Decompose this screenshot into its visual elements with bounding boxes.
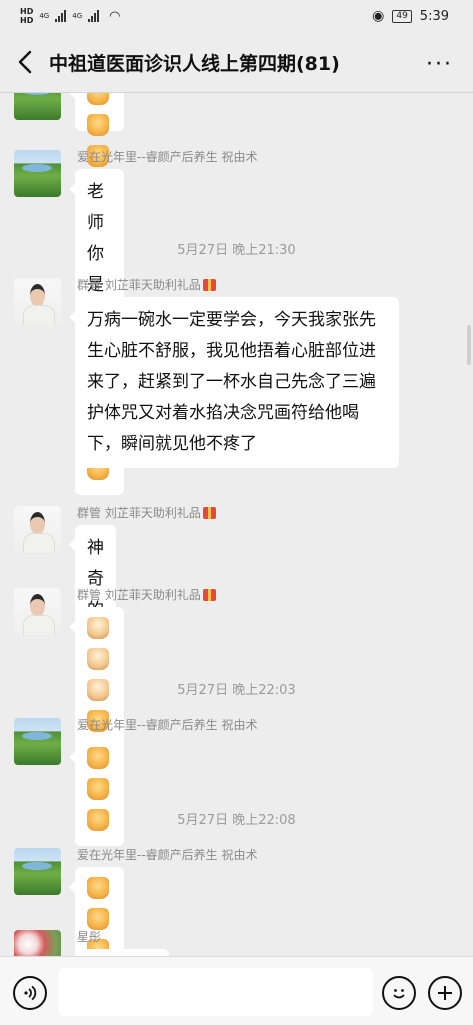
timestamp: 5月27日 晚上22:08	[177, 813, 296, 828]
sender-name-text: 群管 刘芷菲天助利礼品	[77, 506, 201, 520]
message-bubble[interactable]	[69, 93, 124, 167]
status-bar: HD HD 4G 4G ◠ ◉ 49 5:39	[0, 0, 473, 34]
avatar[interactable]	[14, 848, 61, 895]
avatar[interactable]	[14, 506, 61, 553]
message-bubble[interactable]: 万病一碗水一定要学会，今天我家张先生心脏不舒服，我见他捂着心脏部位进来了，赶紧到…	[69, 297, 399, 468]
emoji-icon	[393, 989, 405, 999]
add-button[interactable]	[428, 976, 462, 1010]
message-text: 万病一碗水一定要学会，今天我家张先生心脏不舒服，我见他捂着心脏部位进来了，赶紧到…	[87, 310, 376, 454]
avatar[interactable]	[14, 588, 61, 635]
message-bubble[interactable]	[75, 949, 169, 956]
sender-name-text: 群管 刘芷菲天助利礼品	[77, 278, 201, 292]
hd-label-1: HD	[20, 7, 34, 16]
folded-hands-icon	[87, 648, 109, 670]
voice-icon	[24, 985, 37, 1001]
back-button[interactable]	[14, 47, 40, 77]
sender-name: 星彤	[77, 930, 102, 944]
sender-name: 群管 刘芷菲天助利礼品	[77, 276, 216, 293]
sender-name: 爱在光年里--睿颜产后养生 祝由术	[77, 150, 258, 164]
timestamp: 5月27日 晚上21:30	[177, 243, 296, 258]
clock: 5:39	[419, 8, 449, 24]
thumbs-up-icon	[87, 93, 109, 105]
battery-icon: 49	[392, 9, 412, 23]
wifi-icon: ◠	[109, 8, 121, 24]
avatar[interactable]	[14, 150, 61, 197]
avatar[interactable]	[14, 278, 61, 325]
emoji-button[interactable]	[382, 976, 416, 1010]
hd-labels: HD HD	[20, 7, 33, 25]
eye-icon: ◉	[372, 8, 385, 24]
avatar[interactable]	[14, 718, 61, 765]
message-list[interactable]: 爱在光年里--睿颜产后养生 祝由术 老师你是最棒的 5月27日 晚上21:30 …	[0, 93, 473, 956]
message-input[interactable]	[58, 968, 373, 1016]
folded-hands-icon	[87, 617, 109, 639]
status-right: ◉ 49 5:39	[372, 8, 449, 24]
gift-icon	[202, 279, 216, 291]
network-2-label: 4G	[72, 12, 83, 20]
signal-icon	[55, 10, 67, 22]
sender-name: 群管 刘芷菲天助利礼品	[77, 586, 216, 603]
avatar[interactable]	[14, 93, 61, 120]
chat-title: 中祖道医面诊识人线上第四期(81)	[49, 53, 340, 75]
thumbs-up-icon	[87, 114, 109, 136]
thumbs-up-icon	[87, 908, 109, 930]
sender-name: 爱在光年里--睿颜产后养生 祝由术	[77, 718, 258, 732]
more-options-button[interactable]: ···	[426, 52, 453, 77]
thumbs-up-icon	[87, 778, 109, 800]
back-arrow-icon	[18, 50, 32, 74]
voice-button[interactable]	[13, 976, 47, 1010]
hd-label-2: HD	[20, 16, 34, 25]
sender-name: 群管 刘芷菲天助利礼品	[77, 504, 216, 521]
thumbs-up-icon	[87, 747, 109, 769]
status-left: HD HD 4G 4G ◠	[20, 7, 120, 25]
network-1-label: 4G	[39, 12, 50, 20]
chat-header: 中祖道医面诊识人线上第四期(81) ···	[0, 34, 473, 93]
input-bar	[0, 956, 473, 1025]
timestamp: 5月27日 晚上22:03	[177, 683, 296, 698]
sender-name-text: 群管 刘芷菲天助利礼品	[77, 588, 201, 602]
scrollbar[interactable]	[467, 325, 471, 365]
thumbs-up-icon	[87, 877, 109, 899]
add-icon	[438, 986, 452, 1000]
signal-icon-2	[88, 10, 100, 22]
gift-icon	[202, 507, 216, 519]
gift-icon	[202, 589, 216, 601]
avatar[interactable]	[14, 930, 61, 956]
sender-name: 爱在光年里--睿颜产后养生 祝由术	[77, 848, 258, 862]
message-bubble[interactable]	[69, 737, 124, 846]
